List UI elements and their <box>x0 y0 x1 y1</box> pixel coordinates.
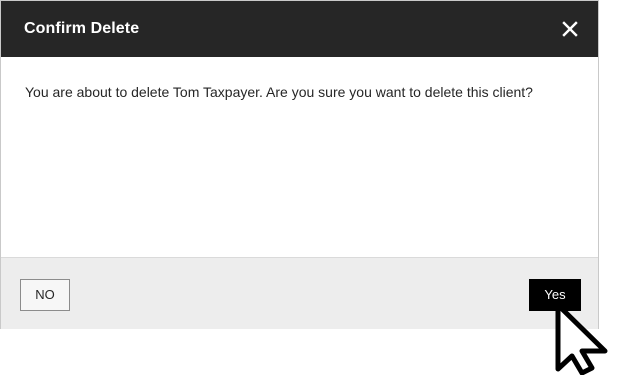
close-button[interactable] <box>558 17 582 41</box>
no-button[interactable]: NO <box>20 279 70 311</box>
screen: Confirm Delete You are about to delete T… <box>0 0 622 379</box>
close-icon <box>562 21 578 37</box>
dialog-title: Confirm Delete <box>24 20 140 37</box>
dialog-message: You are about to delete Tom Taxpayer. Ar… <box>25 84 533 100</box>
mouse-pointer-icon <box>555 303 608 375</box>
confirm-delete-dialog: Confirm Delete You are about to delete T… <box>0 0 599 329</box>
dialog-header: Confirm Delete <box>1 1 598 57</box>
dialog-footer: NO Yes <box>1 257 598 329</box>
